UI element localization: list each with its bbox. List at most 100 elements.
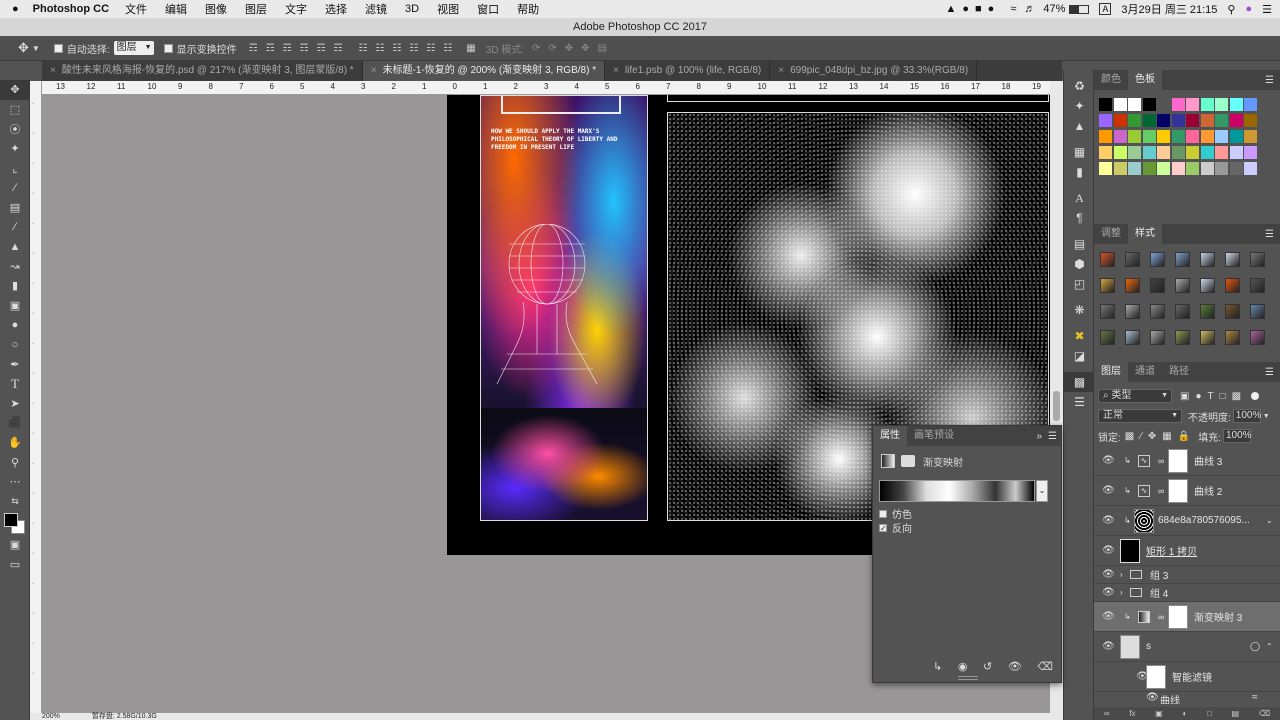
- mask-icon[interactable]: [901, 455, 915, 467]
- color-swatch[interactable]: [1157, 146, 1170, 159]
- timeline-icon[interactable]: ❋: [1064, 300, 1095, 320]
- brush-settings-icon[interactable]: ✦: [1064, 96, 1095, 116]
- hand-tool-icon[interactable]: ✋: [0, 433, 30, 453]
- battery-icon[interactable]: [1069, 4, 1090, 14]
- layer-row[interactable]: 👁 › 组 4: [1094, 584, 1280, 602]
- layer-mask-thumb[interactable]: [1168, 605, 1188, 629]
- resize-grip[interactable]: [958, 676, 978, 680]
- style-swatch[interactable]: [1225, 304, 1240, 319]
- color-swatch[interactable]: [1171, 98, 1185, 111]
- color-swatch[interactable]: [1229, 130, 1243, 143]
- menu-image[interactable]: 图像: [205, 1, 227, 17]
- color-swatch[interactable]: [1244, 130, 1257, 143]
- lock-icons[interactable]: ▩∕✥▦🔒: [1125, 431, 1196, 442]
- clock[interactable]: 3月29日 周三 21:15: [1121, 1, 1217, 17]
- filter-name[interactable]: 曲线: [1160, 692, 1180, 704]
- color-swatch[interactable]: [1113, 162, 1127, 175]
- apple-icon[interactable]: ●: [12, 3, 19, 15]
- color-swatch[interactable]: [1128, 114, 1141, 127]
- layer-mask-thumb[interactable]: [1168, 449, 1188, 473]
- style-swatch[interactable]: [1225, 278, 1240, 293]
- filter-toggle[interactable]: [1251, 392, 1260, 400]
- layer-name[interactable]: 曲线 3: [1194, 453, 1222, 468]
- color-swatch[interactable]: [1229, 146, 1243, 159]
- blur-tool-icon[interactable]: ●: [0, 315, 30, 335]
- panel-menu-icon[interactable]: ☰: [1048, 431, 1057, 442]
- style-swatch[interactable]: [1175, 304, 1190, 319]
- tools-icon[interactable]: ✖: [1064, 326, 1095, 346]
- filter-options-icon[interactable]: ≈: [1252, 692, 1258, 703]
- visibility-eye-icon[interactable]: 👁: [1102, 455, 1115, 466]
- color-swatch[interactable]: [1229, 162, 1243, 175]
- smart-filter-row[interactable]: 👁 智能滤镜: [1094, 662, 1280, 692]
- style-swatch[interactable]: [1175, 252, 1190, 267]
- color-swatch[interactable]: [1113, 146, 1127, 159]
- 3d-panel-icon[interactable]: ⬢: [1064, 254, 1095, 274]
- color-swatch[interactable]: [1186, 130, 1199, 143]
- style-swatch[interactable]: [1175, 278, 1190, 293]
- menu-window[interactable]: 窗口: [477, 1, 499, 17]
- measurement-icon[interactable]: ◰: [1064, 274, 1095, 294]
- color-swatch[interactable]: [1099, 162, 1112, 175]
- layer-thumb[interactable]: [1134, 509, 1154, 533]
- toggle-visibility-icon[interactable]: 👁: [1008, 660, 1022, 673]
- color-swatch[interactable]: [1171, 162, 1185, 175]
- expand-arrow-icon[interactable]: ›: [1120, 570, 1123, 579]
- layer-row[interactable]: 👁 ↳ ∿ ∞ 曲线 3: [1094, 446, 1280, 476]
- eraser-icon[interactable]: ▮: [0, 276, 30, 296]
- style-swatch[interactable]: [1250, 252, 1265, 267]
- menu-file[interactable]: 文件: [125, 1, 147, 17]
- gradient-tool-icon[interactable]: ▣: [0, 296, 30, 316]
- zoom-level[interactable]: 200%: [42, 713, 60, 720]
- color-swatch[interactable]: [1200, 146, 1214, 159]
- color-swatch[interactable]: [1215, 162, 1228, 175]
- layer-row[interactable]: 👁 ↳ ∿ ∞ 曲线 2: [1094, 476, 1280, 506]
- character-panel-icon[interactable]: A: [1064, 188, 1095, 208]
- layer-row[interactable]: 👁 › 组 3: [1094, 566, 1280, 584]
- visibility-eye-icon[interactable]: 👁: [1146, 692, 1159, 703]
- close-icon[interactable]: ×: [778, 65, 784, 76]
- layer-row-selected[interactable]: 👁 ↳ ∞ 渐变映射 3: [1094, 602, 1280, 632]
- close-icon[interactable]: ×: [371, 65, 377, 76]
- delete-adjustment-icon[interactable]: ⌫: [1037, 660, 1053, 673]
- color-swatch[interactable]: [1244, 98, 1257, 111]
- quick-mask-icon[interactable]: ▣: [0, 535, 30, 555]
- color-swatch[interactable]: [1200, 130, 1214, 143]
- visibility-eye-icon[interactable]: 👁: [1102, 641, 1115, 652]
- collapse-arrow-icon[interactable]: ⌃: [1266, 642, 1273, 651]
- filter-icons[interactable]: ▣●T□▩: [1180, 391, 1247, 402]
- color-swatch[interactable]: [1142, 98, 1156, 111]
- layer-name[interactable]: 684e8a780576095...: [1158, 515, 1250, 526]
- layer-row[interactable]: 👁 矩形 1 拷贝: [1094, 536, 1280, 566]
- path-select-icon[interactable]: ➤: [0, 394, 30, 414]
- color-swatch[interactable]: [1142, 114, 1156, 127]
- style-swatch[interactable]: [1200, 278, 1215, 293]
- style-swatch[interactable]: [1150, 252, 1165, 267]
- layer-thumb[interactable]: [1120, 539, 1140, 563]
- tab-adjustments[interactable]: 调整: [1094, 224, 1128, 244]
- adjustments-icon[interactable]: ☰: [1064, 392, 1095, 412]
- color-swatch[interactable]: [1099, 130, 1112, 143]
- libraries-icon[interactable]: ◪: [1064, 346, 1095, 366]
- tab-styles[interactable]: 样式: [1128, 224, 1162, 244]
- lasso-tool-icon[interactable]: ⦿: [0, 119, 30, 139]
- style-swatch[interactable]: [1200, 330, 1215, 345]
- reverse-row[interactable]: ✓ 反向: [879, 520, 912, 535]
- style-swatch[interactable]: [1100, 330, 1115, 345]
- dither-checkbox[interactable]: [879, 509, 887, 518]
- screen-mode-icon[interactable]: ▭: [0, 555, 30, 575]
- style-swatch[interactable]: [1125, 252, 1140, 267]
- magic-wand-icon[interactable]: ✦: [0, 139, 30, 159]
- layer-name[interactable]: 组 4: [1150, 585, 1168, 600]
- color-swatch[interactable]: [1142, 146, 1156, 159]
- new-layer-icon[interactable]: ▤: [1232, 709, 1240, 718]
- color-swatch[interactable]: [1128, 130, 1141, 143]
- style-swatch[interactable]: [1100, 278, 1115, 293]
- style-swatch[interactable]: [1250, 304, 1265, 319]
- color-swatch[interactable]: [1215, 98, 1228, 111]
- properties-panel-icon[interactable]: ▩: [1064, 372, 1095, 392]
- paragraph-panel-icon[interactable]: ¶: [1064, 208, 1095, 228]
- filter-kind-dropdown[interactable]: ⌕ 类型 ▼: [1098, 389, 1172, 403]
- style-swatch[interactable]: [1250, 330, 1265, 345]
- color-swatch[interactable]: [1142, 130, 1156, 143]
